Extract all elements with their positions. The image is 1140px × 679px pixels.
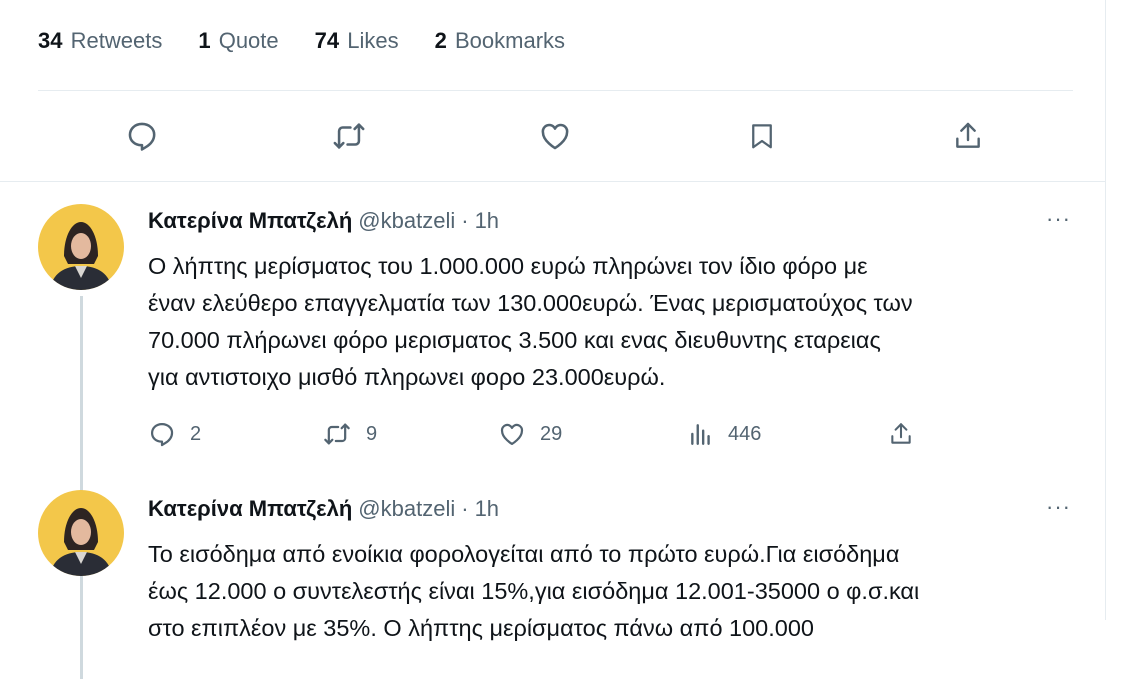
tweet-text-line: Το εισόδημα από ενοίκια φορολογείται από…	[148, 541, 900, 567]
quotes-label: Quote	[218, 28, 279, 53]
tweet-action-bar: 2 9 29 446	[148, 414, 928, 454]
share-icon	[891, 423, 911, 444]
separator-dot: ·	[461, 496, 469, 521]
tweet-text-line: 70.000 πλήρωνει φόρο μερισματος 3.500 κα…	[148, 327, 881, 353]
author-name[interactable]: Κατερίνα Μπατζελή	[148, 496, 352, 522]
profile-photo	[38, 490, 124, 576]
quotes-stat[interactable]: 1 Quote	[198, 28, 278, 54]
tweet-text: Ο λήπτης μερίσματος του 1.000.000 ευρώ π…	[148, 248, 1058, 396]
author-handle[interactable]: @kbatzeli	[358, 208, 455, 234]
avatar[interactable]	[38, 490, 124, 576]
likes-label: Likes	[347, 28, 399, 53]
separator-dot: ·	[461, 208, 469, 233]
views-count: 446	[728, 422, 762, 445]
heart-icon	[500, 423, 524, 446]
tweet-text: Το εισόδημα από ενοίκια φορολογείται από…	[148, 536, 1058, 647]
quotes-count: 1	[198, 28, 211, 53]
tweet-text-line: έναν ελεύθερο επαγγελματία των 130.000ευ…	[148, 290, 913, 316]
retweet-count: 9	[366, 422, 378, 445]
reply-icon	[128, 122, 156, 151]
bookmarks-label: Bookmarks	[454, 28, 566, 53]
retweets-stat[interactable]: 34 Retweets	[38, 28, 162, 54]
tweet-header: Κατερίνα Μπατζελή @kbatzeli · 1h	[148, 208, 499, 234]
tweet-text-line: στο επιπλέον με 35%. Ο λήπτης μερίσματος…	[148, 615, 814, 641]
reply-icon	[150, 422, 174, 447]
bookmarks-stat[interactable]: 2 Bookmarks	[435, 28, 565, 54]
reply-tweet[interactable]: Κατερίνα Μπατζελή @kbatzeli · 1h ··· Το …	[0, 480, 1105, 641]
retweet-icon	[333, 123, 364, 149]
likes-stat[interactable]: 74 Likes	[315, 28, 399, 54]
tweet-text-line: για αντιστοιχο μισθό πληρωνει φορο 23.00…	[148, 364, 666, 390]
bookmark-button[interactable]	[720, 104, 804, 168]
views-button[interactable]: 446	[688, 414, 761, 454]
like-button[interactable]: 29	[498, 414, 562, 454]
tweet-detail-column: 34 Retweets 1 Quote 74 Likes 2 Bookmarks	[0, 0, 1106, 679]
timestamp[interactable]: 1h	[475, 496, 499, 522]
tweet-header: Κατερίνα Μπατζελή @kbatzeli · 1h	[148, 496, 499, 522]
like-count: 29	[540, 422, 563, 445]
retweets-count: 34	[38, 28, 63, 53]
avatar[interactable]	[38, 204, 124, 290]
share-icon	[956, 122, 980, 148]
share-button[interactable]	[926, 104, 1010, 168]
share-button[interactable]	[888, 414, 914, 454]
timestamp[interactable]: 1h	[475, 208, 499, 234]
like-button[interactable]	[513, 104, 597, 168]
more-options-button[interactable]: ···	[1046, 494, 1071, 520]
bookmarks-count: 2	[434, 28, 447, 53]
views-icon	[691, 424, 710, 445]
reply-button[interactable]: 2	[148, 414, 201, 454]
likes-count: 74	[314, 28, 340, 53]
bookmark-icon	[751, 124, 772, 149]
retweet-button[interactable]	[307, 104, 391, 168]
retweet-icon	[324, 423, 350, 445]
engagement-stats: 34 Retweets 1 Quote 74 Likes 2 Bookmarks	[38, 28, 565, 54]
more-options-button[interactable]: ···	[1046, 206, 1071, 232]
reply-button[interactable]	[100, 104, 184, 168]
divider	[38, 90, 1073, 91]
author-name[interactable]: Κατερίνα Μπατζελή	[148, 208, 352, 234]
profile-photo	[38, 204, 124, 290]
tweet-text-line: έως 12.000 ο συντελεστής είναι 15%,για ε…	[148, 578, 920, 604]
reply-tweet[interactable]: Κατερίνα Μπατζελή @kbatzeli · 1h ··· Ο λ…	[0, 182, 1105, 679]
author-handle[interactable]: @kbatzeli	[358, 496, 455, 522]
reply-count: 2	[190, 422, 202, 445]
heart-icon	[541, 123, 569, 150]
tweet-text-line: Ο λήπτης μερίσματος του 1.000.000 ευρώ π…	[148, 253, 868, 279]
retweets-label: Retweets	[70, 28, 163, 53]
retweet-button[interactable]: 9	[322, 414, 377, 454]
main-action-bar	[100, 104, 1010, 168]
